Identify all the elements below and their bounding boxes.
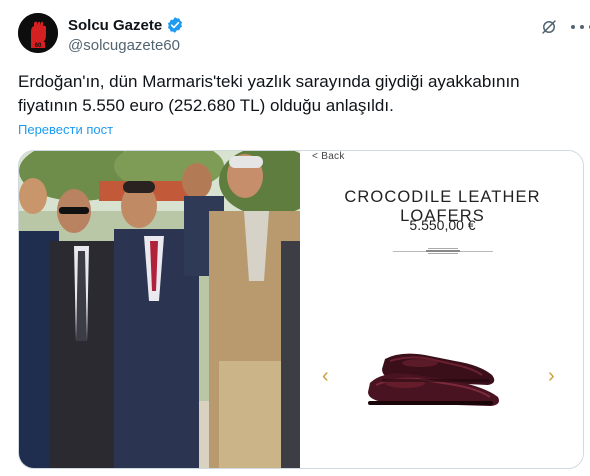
chevron-right-icon[interactable]: ›: [548, 365, 555, 388]
tweet-header: 60 Solcu Gazete @solcugazete60: [18, 12, 590, 58]
group-photo-image: [19, 151, 300, 468]
grok-icon[interactable]: [540, 18, 558, 36]
more-dots-icon[interactable]: [571, 18, 590, 36]
divider-ornament-icon: [426, 248, 460, 254]
loafers-image: [368, 353, 499, 406]
tweet-text: Erdoğan'ın, dün Marmaris'teki yazlık sar…: [18, 72, 520, 115]
translate-post-link[interactable]: Перевести пост: [18, 122, 113, 137]
back-link[interactable]: < Back: [312, 151, 345, 162]
product-page-screenshot[interactable]: < Back CROCODILE LEATHER LOAFERS 5.550,0…: [300, 151, 583, 468]
display-name[interactable]: Solcu Gazete: [68, 17, 162, 34]
left-photo[interactable]: [19, 151, 300, 468]
raised-fist-logo-icon: 60: [18, 13, 58, 53]
product-price: 5.550,00 €: [409, 217, 476, 233]
handle[interactable]: @solcugazete60: [68, 37, 180, 54]
verified-badge-icon: [168, 17, 183, 33]
name-row: Solcu Gazete: [68, 16, 184, 34]
tweet-media[interactable]: < Back CROCODILE LEATHER LOAFERS 5.550,0…: [18, 150, 584, 469]
avatar-badge: 60: [35, 43, 42, 49]
avatar[interactable]: 60: [18, 13, 58, 53]
chevron-left-icon[interactable]: ‹: [322, 365, 329, 388]
